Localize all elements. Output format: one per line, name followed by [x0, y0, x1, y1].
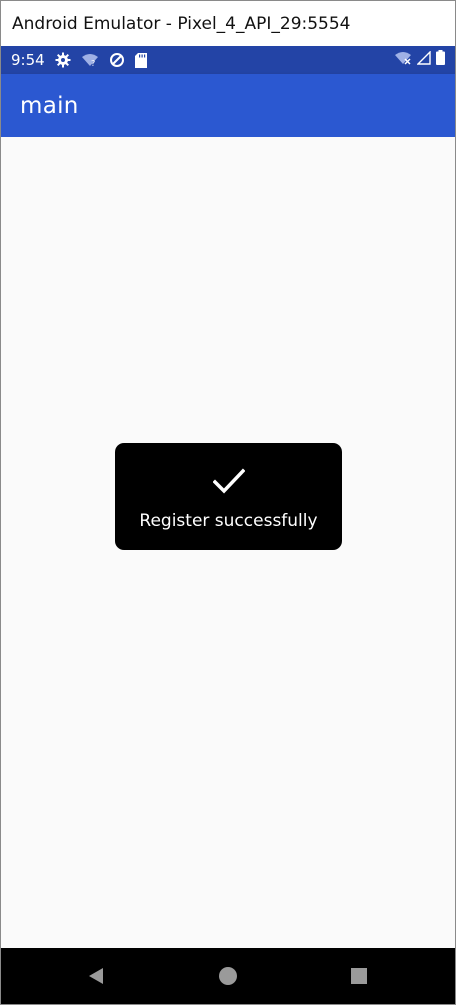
status-right-icons — [394, 46, 445, 74]
toast: Register successfully — [115, 443, 342, 550]
signal-icon — [416, 49, 431, 70]
status-time: 9:54 — [11, 51, 45, 69]
wifi-off-icon — [394, 51, 412, 70]
navigation-bar — [1, 948, 455, 1004]
svg-text:?: ? — [91, 59, 95, 67]
gear-icon — [55, 52, 71, 68]
back-icon[interactable] — [86, 966, 106, 986]
window-title: Android Emulator - Pixel_4_API_29:5554 — [12, 13, 351, 34]
status-bar: 9:54 ? — [1, 46, 455, 74]
data-saver-icon — [109, 52, 125, 68]
checkmark-icon — [212, 468, 245, 499]
app-bar: main — [1, 74, 455, 137]
window-titlebar: Android Emulator - Pixel_4_API_29:5554 — [1, 1, 455, 46]
emulator-window: Android Emulator - Pixel_4_API_29:5554 9… — [0, 0, 456, 1005]
battery-icon — [436, 50, 445, 70]
sd-card-icon — [134, 52, 147, 68]
recents-icon[interactable] — [349, 966, 369, 986]
wifi-question-icon: ? — [81, 53, 99, 67]
toast-message: Register successfully — [139, 511, 318, 531]
app-title: main — [20, 92, 79, 119]
home-icon[interactable] — [218, 966, 238, 986]
